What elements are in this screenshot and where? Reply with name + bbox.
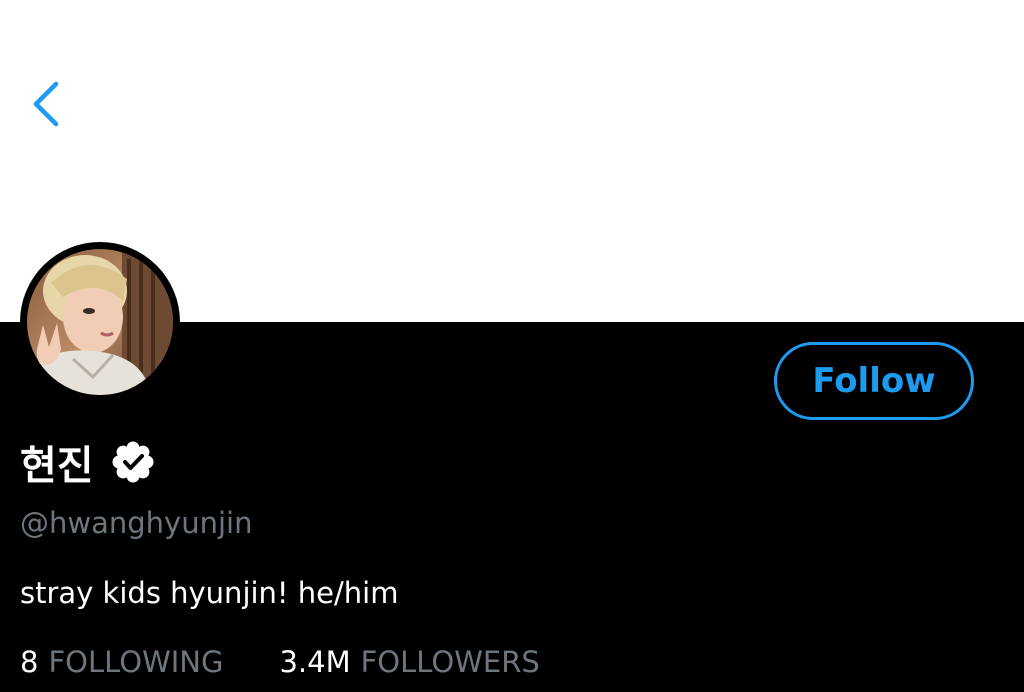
following-label: FOLLOWING [48,645,224,679]
following-stat[interactable]: 8 FOLLOWING [20,645,223,679]
name-row: 현진 [20,432,154,492]
user-handle: @hwanghyunjin [20,506,253,540]
followers-count: 3.4M [279,645,351,679]
display-name: 현진 [20,443,94,489]
back-button[interactable] [22,76,70,132]
follow-button[interactable]: Follow [774,342,974,420]
avatar[interactable] [20,242,180,402]
verified-badge-icon [112,441,154,483]
profile-stats: 8 FOLLOWING 3.4M FOLLOWERS [20,645,540,679]
bio-text: stray kids hyunjin! he/him [20,576,399,610]
followers-label: FOLLOWERS [360,645,540,679]
avatar-photo [27,249,173,395]
chevron-left-icon [33,81,59,127]
followers-stat[interactable]: 3.4M FOLLOWERS [279,645,539,679]
following-count: 8 [20,645,39,679]
